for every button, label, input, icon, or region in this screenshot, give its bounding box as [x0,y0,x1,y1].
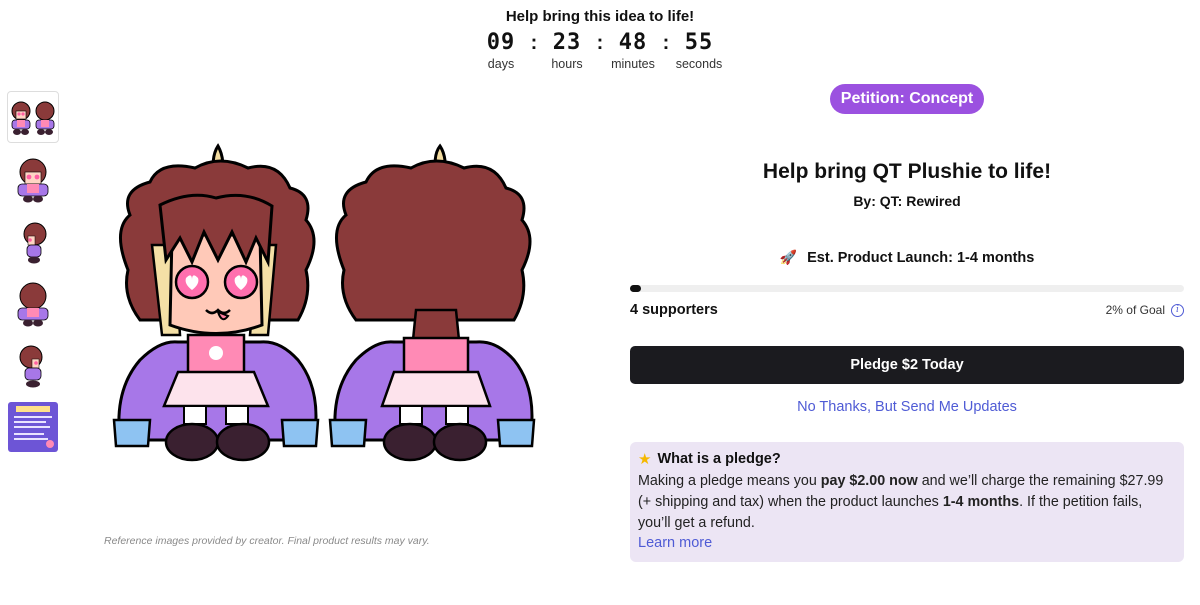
product-main-image[interactable] [100,120,570,480]
pledge-amount-now: pay $2.00 now [820,473,918,489]
thumbnail-front-back[interactable] [7,91,59,143]
plushie-front-thumbnail-image [17,158,49,203]
pledge-info-text-1: Making a pledge means you [638,473,821,489]
star-icon: ★ [638,451,652,468]
info-icon[interactable]: i [1171,303,1184,317]
send-updates-link[interactable]: No Thanks, But Send Me Updates [630,399,1184,415]
thumbnail-side-alt[interactable] [8,340,58,390]
badge-row: Petition: Concept [630,84,1184,114]
plushie-pair-thumbnail-image [11,101,55,135]
countdown-title: Help bring this idea to life! [505,8,695,25]
thumbnail-back[interactable] [8,278,58,328]
thumbnail-info-card[interactable] [8,402,58,452]
thumbnail-front[interactable] [8,154,58,204]
pledge-info-title-text: What is a pledge? [657,451,781,467]
countdown-separator: : [596,32,604,54]
countdown-separator: : [662,32,670,54]
countdown-seconds-label: seconds [675,57,723,71]
pledge-launch-window: 1-4 months [942,494,1020,510]
page-title: Help bring QT Plushie to life! [762,160,1052,183]
countdown-seconds: 55 seconds [673,30,725,71]
countdown-days-value: 09 [486,30,516,55]
plushie-back-view [328,143,536,462]
countdown-timer: 09 days : 23 hours : 48 minutes : 55 sec… [0,30,1200,71]
countdown-minutes-value: 48 [618,30,648,55]
rocket-icon: 🚀 [779,249,798,265]
supporters-count: 4 supporters [630,302,718,318]
countdown-hours-label: hours [551,57,583,71]
image-disclaimer: Reference images provided by creator. Fi… [104,535,430,547]
countdown-minutes: 48 minutes [607,30,659,71]
launch-estimate-text: Est. Product Launch: 1-4 months [807,250,1035,266]
countdown-section: Help bring this idea to life! 09 days : … [0,8,1200,71]
progress-bar [630,285,1184,292]
countdown-hours-value: 23 [552,30,582,55]
countdown-minutes-label: minutes [611,57,655,71]
goal-text: 2% of Goal [1105,303,1165,317]
campaign-panel: Petition: Concept Help bring QT Plushie … [630,84,1184,562]
pledge-info-body: Making a pledge means you pay $2.00 now … [638,471,1176,534]
thumbnail-side[interactable] [8,216,58,266]
learn-more-link[interactable]: Learn more [638,535,712,551]
launch-estimate: 🚀 Est. Product Launch: 1-4 months [630,249,1184,266]
countdown-days-label: days [487,57,515,71]
pledge-info-title: ★ What is a pledge? [638,450,1176,468]
countdown-seconds-value: 55 [684,30,714,55]
plushie-side-alt-thumbnail-image [19,345,43,388]
progress-bar-fill [630,285,642,292]
pledge-info-box: ★ What is a pledge? Making a pledge mean… [630,442,1184,562]
info-card-thumbnail-image [8,402,58,452]
plushie-side-thumbnail-image [23,222,47,264]
thumbnail-list [7,91,59,452]
countdown-separator: : [530,32,538,54]
status-badge: Petition: Concept [829,84,985,114]
progress-meta: 4 supporters 2% of Goal i [630,302,1184,318]
pledge-button[interactable]: Pledge $2 Today [630,346,1184,384]
plushie-back-thumbnail-image [17,282,49,327]
plushie-front-view [112,143,320,462]
countdown-hours: 23 hours [541,30,593,71]
creator-name[interactable]: By: QT: Rewired [630,193,1184,209]
goal-percentage: 2% of Goal i [1106,303,1184,317]
countdown-days: 09 days [475,30,527,71]
